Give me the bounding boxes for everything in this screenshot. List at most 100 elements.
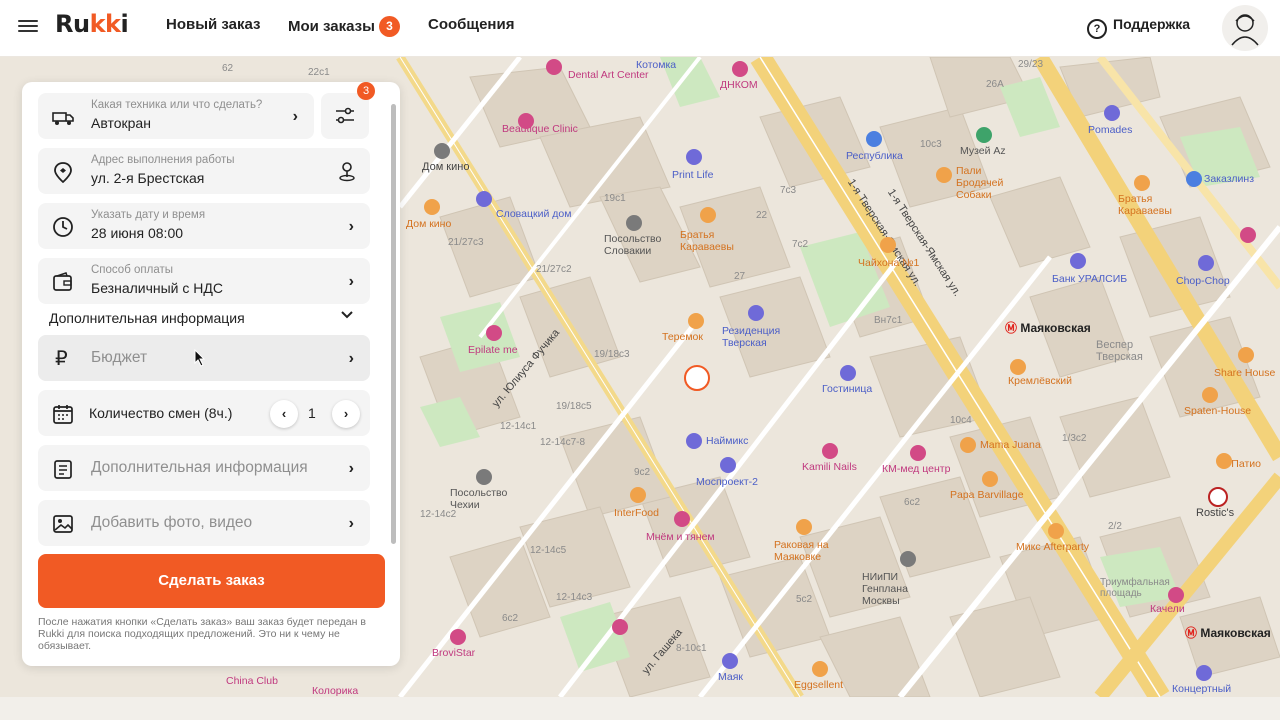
shifts-increment-button[interactable]: › [332,400,360,428]
restaurant-icon[interactable] [982,471,998,487]
beauty-icon[interactable] [822,443,838,459]
payment-field[interactable]: Способ оплаты Безналичный с НДС › [38,258,370,304]
hotel-icon[interactable] [748,305,764,321]
restaurant-icon[interactable] [880,237,896,253]
museum-icon[interactable] [976,127,992,143]
embassy-icon[interactable] [626,215,642,231]
restaurant-icon[interactable] [688,313,704,329]
poi-label: Колорика [312,685,359,697]
music-icon[interactable] [1196,665,1212,681]
restaurant-icon[interactable] [796,519,812,535]
restaurant-icon[interactable] [1216,453,1232,469]
image-icon [53,515,73,533]
chevron-right-icon: › [348,515,354,532]
house-number: 22с1 [308,67,330,78]
dental-icon[interactable] [546,59,562,75]
restaurant-icon[interactable] [1010,359,1026,375]
budget-label: Бюджет [91,349,148,366]
clinic-icon[interactable] [518,113,534,129]
order-location-marker[interactable] [684,365,710,391]
bank-icon[interactable] [1070,253,1086,269]
bank-icon[interactable] [866,131,882,147]
chevron-down-icon[interactable] [340,308,354,325]
house-number: 26А [986,79,1004,90]
restaurant-icon[interactable] [960,437,976,453]
beauty-icon[interactable] [450,629,466,645]
barber-icon[interactable] [1198,255,1214,271]
address-field[interactable]: Адрес выполнения работы ул. 2-я Брестска… [38,148,370,194]
house-number: 10с3 [920,139,942,150]
house-number: 1/3с2 [1062,433,1087,444]
hotel-icon[interactable] [840,365,856,381]
nav-messages[interactable]: Сообщения [428,16,514,33]
office-icon[interactable] [686,433,702,449]
restaurant-icon[interactable] [936,167,952,183]
poi-label: Посольство Чехии [450,487,508,511]
datetime-field[interactable]: Указать дату и время 28 июня 08:00 › [38,203,370,249]
extra-info-field[interactable]: Дополнительная информация › [38,445,370,491]
shop-icon[interactable] [1186,171,1202,187]
massage-icon[interactable] [674,511,690,527]
beauty-icon[interactable] [1240,227,1256,243]
house-number: 12-14с5 [530,545,567,556]
map-pin-icon[interactable] [336,160,358,182]
avatar[interactable] [1222,5,1268,51]
restaurant-icon[interactable] [1202,387,1218,403]
equipment-field[interactable]: Какая техника или что сделать? Автокран … [38,93,314,139]
barber-icon[interactable] [1104,105,1120,121]
entertainment-icon[interactable] [1168,587,1184,603]
office-icon[interactable] [720,457,736,473]
poi-label: Маяк [718,671,743,683]
chevron-right-icon: › [348,460,354,477]
poi-label: InterFood [614,507,659,519]
logo[interactable]: Rukki [55,10,129,38]
house-number: 12-14с7-8 [540,437,586,448]
filters-button[interactable] [321,93,369,139]
wallet-icon [53,272,72,291]
house-number: 62 [222,63,234,74]
poi-label: Моспроект-2 [696,476,759,488]
extra-section-title[interactable]: Дополнительная информация [49,310,245,326]
orders-count-badge: 3 [378,16,400,37]
submit-order-button[interactable]: Сделать заказ [38,554,385,608]
embassy-icon[interactable] [476,469,492,485]
poi-label: BroviStar [432,647,476,659]
poi-label: Братья Караваевы [1118,193,1172,217]
clinic-icon[interactable] [732,61,748,77]
cinema-icon[interactable] [434,143,450,159]
shifts-value: 1 [308,405,316,421]
medical-icon[interactable] [612,619,628,635]
poi-label: China Club [226,675,278,687]
fastfood-icon[interactable] [1208,487,1228,507]
print-icon[interactable] [686,149,702,165]
top-navbar: Rukki Новый заказ Мои заказы 3 Сообщения … [0,0,1280,57]
menu-icon[interactable] [18,17,38,37]
restaurant-icon[interactable] [1134,175,1150,191]
submit-disclaimer: После нажатия кнопки «Сделать заказ» ваш… [38,616,366,652]
restaurant-icon[interactable] [424,199,440,215]
panel-scrollbar[interactable] [391,104,396,544]
office-icon[interactable] [722,653,738,669]
medical-icon[interactable] [910,445,926,461]
restaurant-icon[interactable] [812,661,828,677]
house-number: 19с1 [604,193,626,204]
nav-my-orders[interactable]: Мои заказы 3 [288,16,400,37]
restaurant-icon[interactable] [630,487,646,503]
beauty-icon[interactable] [486,325,502,341]
datetime-label: Указать дату и время [91,209,206,221]
truck-icon [52,112,74,125]
house-number: 19/18с3 [594,349,630,360]
house-number: 12-14с3 [556,592,593,603]
culture-icon[interactable] [476,191,492,207]
restaurant-icon[interactable] [700,207,716,223]
restaurant-icon[interactable] [1048,523,1064,539]
poi-label: Концертный [1172,683,1232,695]
shifts-decrement-button[interactable]: ‹ [270,400,298,428]
support-link[interactable]: ? Поддержка [1087,16,1190,39]
nav-new-order[interactable]: Новый заказ [166,16,261,33]
office-icon[interactable] [900,551,916,567]
add-media-field[interactable]: Добавить фото, видео › [38,500,370,546]
restaurant-icon[interactable] [1238,347,1254,363]
house-number: 12-14с1 [500,421,537,432]
extra-info-label: Дополнительная информация [91,459,308,476]
